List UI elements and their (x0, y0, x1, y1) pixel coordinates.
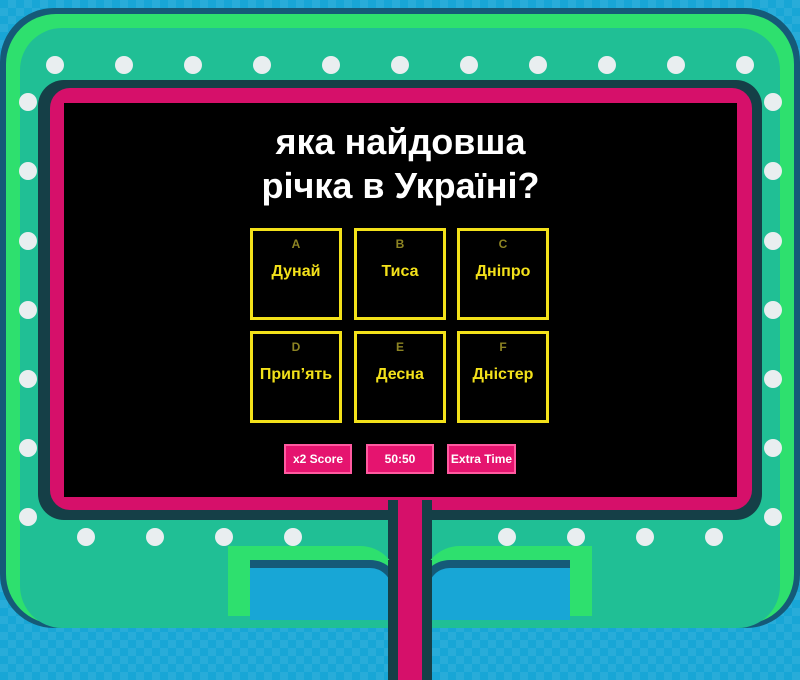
answer-letter: C (498, 237, 508, 251)
question-line-2: річка в Україні? (261, 165, 540, 206)
answer-letter: A (291, 237, 301, 251)
marquee-light (253, 56, 271, 74)
marquee-light (636, 528, 654, 546)
answer-label: Дунай (271, 263, 321, 280)
marquee-light (736, 56, 754, 74)
answer-letter: B (395, 237, 405, 251)
question-line-1: яка найдовша (275, 121, 526, 162)
marquee-light (215, 528, 233, 546)
marquee-light (77, 528, 95, 546)
answer-label: Десна (376, 366, 424, 383)
answer-label: Тиса (381, 263, 419, 280)
answer-e[interactable]: E Десна (354, 331, 446, 423)
answer-a[interactable]: A Дунай (250, 228, 342, 320)
marquee-light (19, 370, 37, 388)
marquee-light (667, 56, 685, 74)
marquee-light (598, 56, 616, 74)
answer-b[interactable]: B Тиса (354, 228, 446, 320)
answer-letter: E (395, 340, 404, 354)
marquee-light (705, 528, 723, 546)
marquee-light (19, 508, 37, 526)
marquee-light (19, 162, 37, 180)
extra-time-button[interactable]: Extra Time (447, 444, 516, 474)
marquee-light (19, 301, 37, 319)
marquee-light (146, 528, 164, 546)
answer-label: Дніпро (475, 263, 531, 280)
marquee-light (764, 232, 782, 250)
marquee-light (764, 439, 782, 457)
marquee-light (115, 56, 133, 74)
pedestal-lower (398, 560, 422, 680)
double-score-button[interactable]: x2 Score (284, 444, 352, 474)
question-text: яка найдовша річка в Україні? (64, 120, 737, 208)
frame-bottom-right-cutout (420, 560, 570, 620)
marquee-light (19, 439, 37, 457)
fifty-fifty-button[interactable]: 50:50 (366, 444, 434, 474)
marquee-light (460, 56, 478, 74)
answer-label: Дністер (472, 366, 534, 383)
marquee-light (391, 56, 409, 74)
answer-label: Прип’ять (259, 366, 333, 383)
marquee-light (19, 93, 37, 111)
marquee-light (46, 56, 64, 74)
answer-letter: F (499, 340, 507, 354)
marquee-light (567, 528, 585, 546)
answer-c[interactable]: C Дніпро (457, 228, 549, 320)
marquee-light (284, 528, 302, 546)
answer-f[interactable]: F Дністер (457, 331, 549, 423)
marquee-light (764, 508, 782, 526)
marquee-light (322, 56, 340, 74)
marquee-light (19, 232, 37, 250)
answer-letter: D (291, 340, 301, 354)
marquee-light (184, 56, 202, 74)
marquee-light (764, 93, 782, 111)
marquee-light (764, 370, 782, 388)
frame-bottom-left-cutout (250, 560, 400, 620)
marquee-light (529, 56, 547, 74)
marquee-light (498, 528, 516, 546)
answer-d[interactable]: D Прип’ять (250, 331, 342, 423)
marquee-light (764, 162, 782, 180)
marquee-light (764, 301, 782, 319)
